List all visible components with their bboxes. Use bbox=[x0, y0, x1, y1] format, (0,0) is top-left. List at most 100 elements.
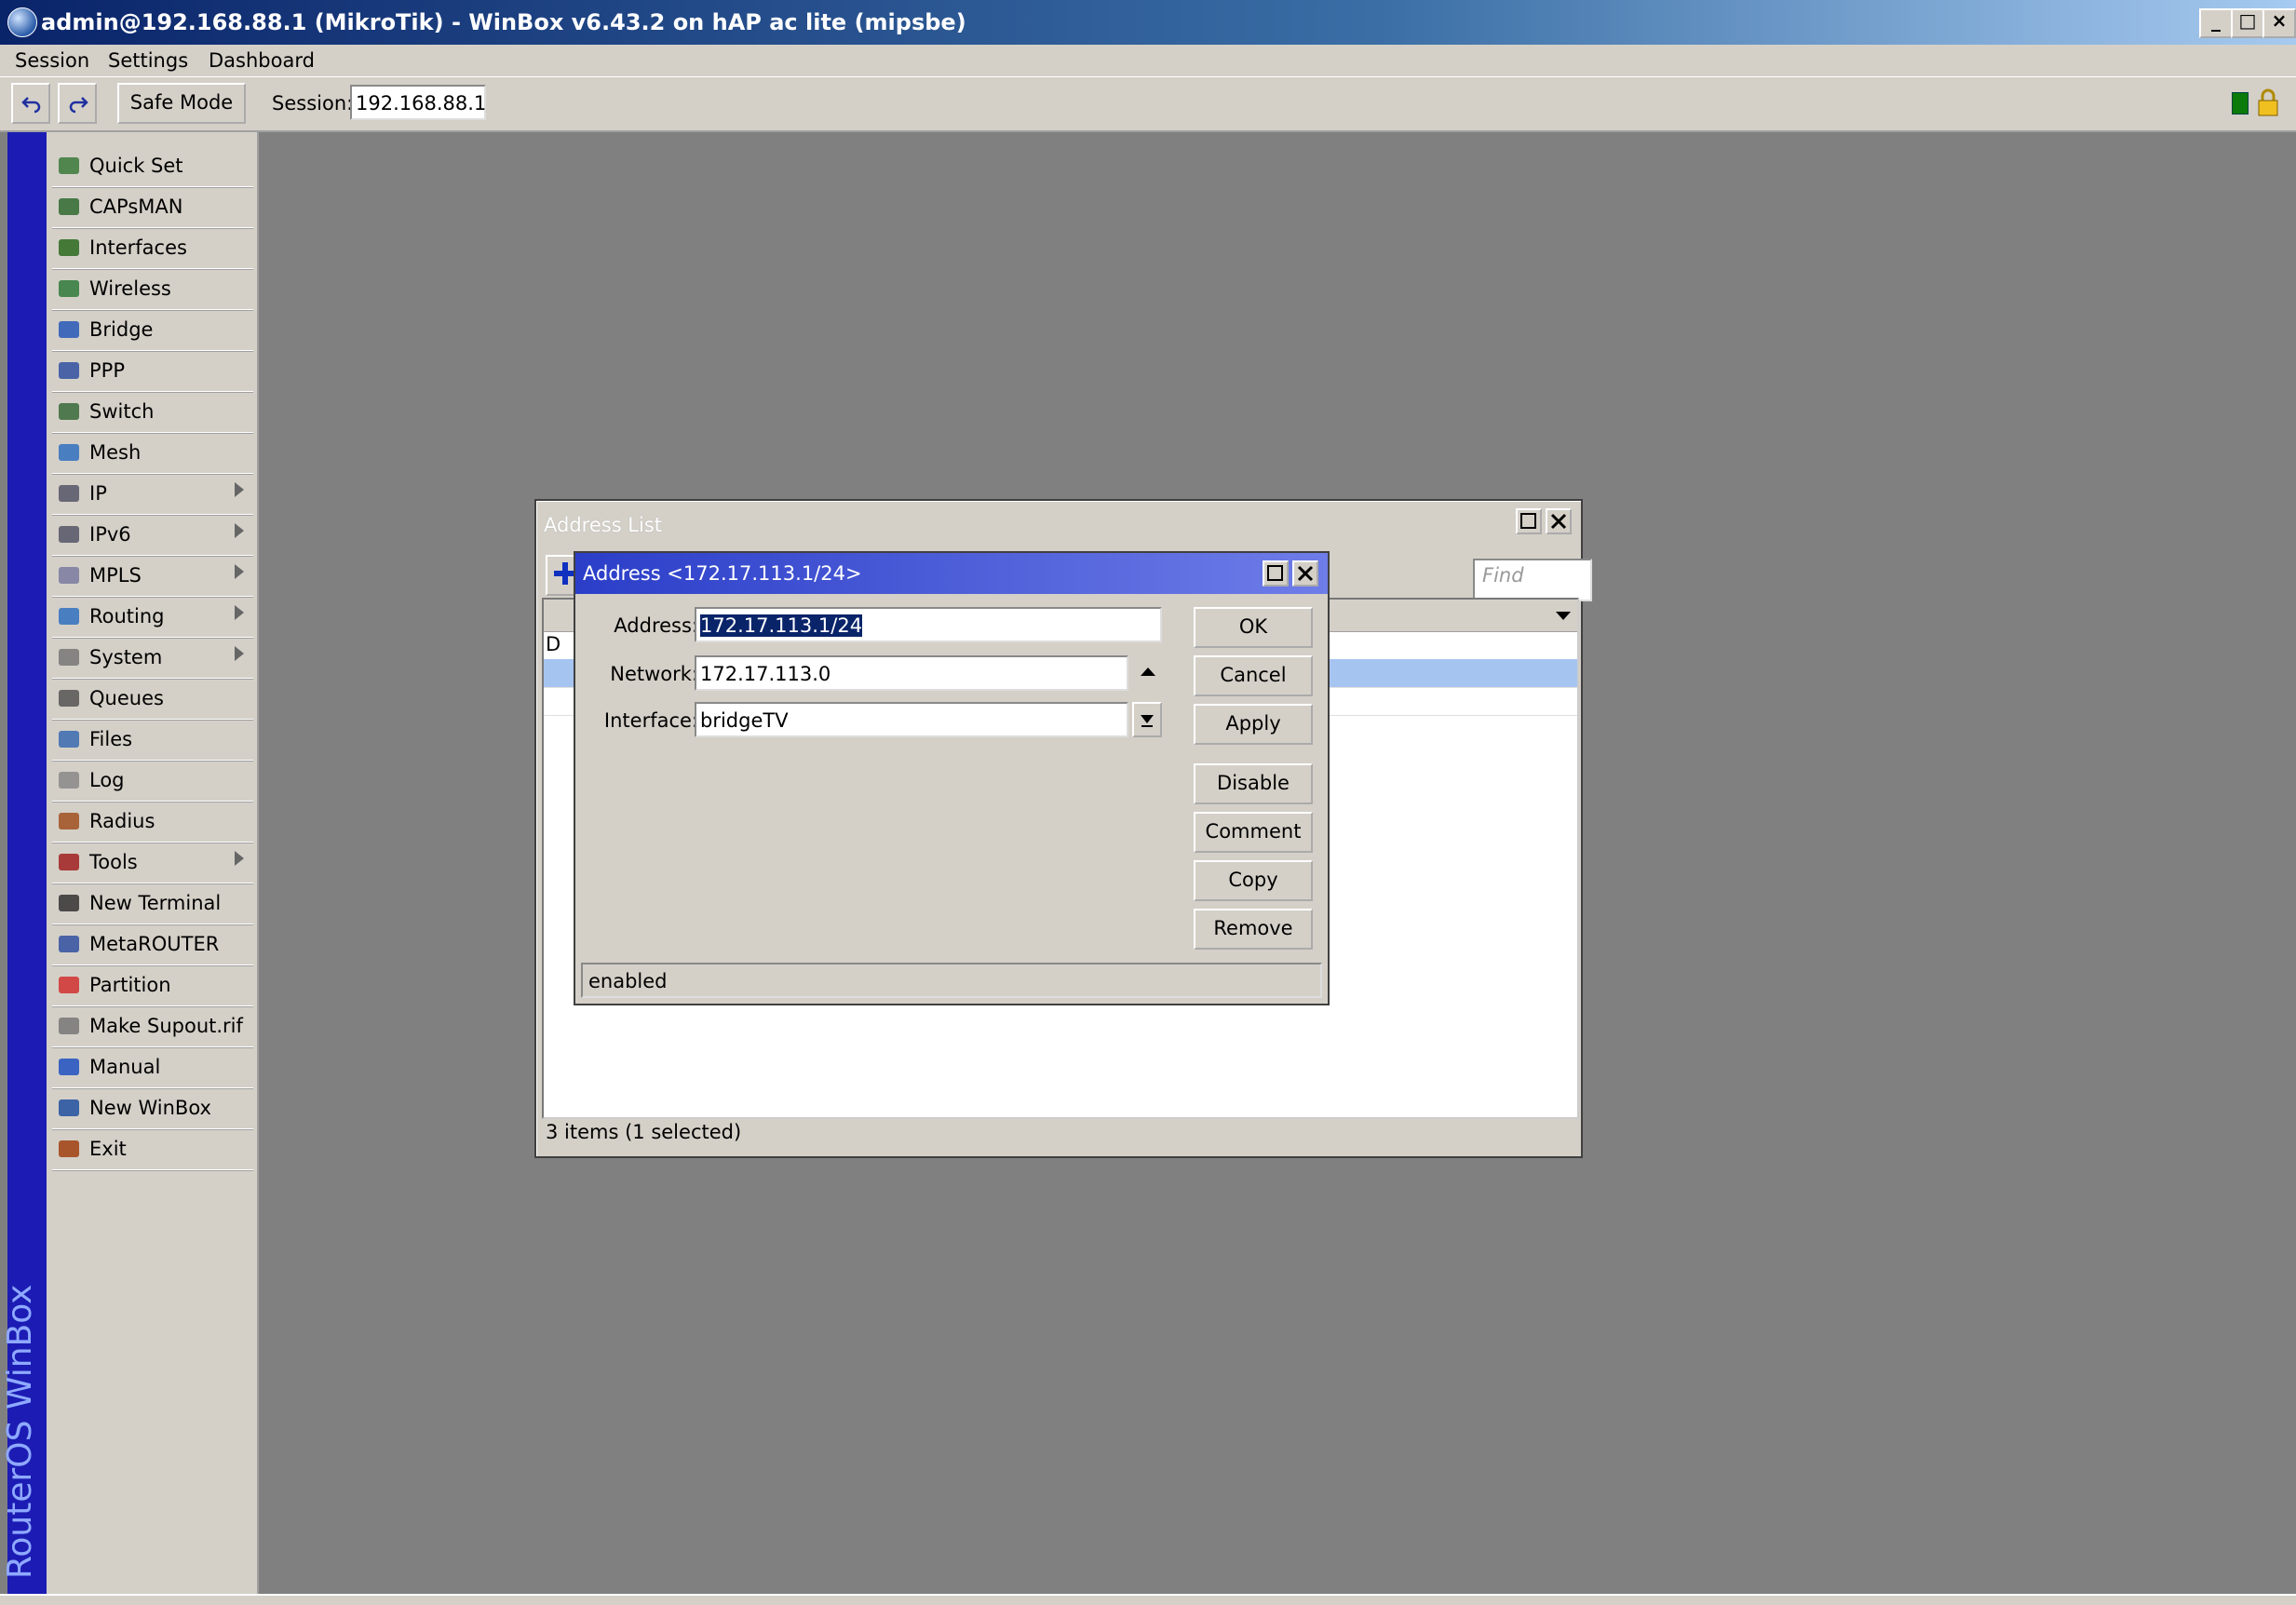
sidebar-item-system[interactable]: System bbox=[52, 637, 253, 679]
sidebar-item-label: MPLS bbox=[89, 564, 142, 587]
sidebar-item-label: System bbox=[89, 646, 163, 668]
sidebar-item-mpls[interactable]: MPLS bbox=[52, 555, 253, 597]
minimize-button[interactable]: _ bbox=[2199, 8, 2233, 38]
sidebar-item-label: Partition bbox=[89, 974, 171, 996]
remove-button[interactable]: Remove bbox=[1194, 909, 1313, 950]
connection-status-icon bbox=[2232, 92, 2249, 115]
close-button[interactable]: × bbox=[2262, 8, 2296, 38]
sidebar-item-wireless[interactable]: Wireless bbox=[52, 268, 253, 310]
sidebar-item-routing[interactable]: Routing bbox=[52, 596, 253, 638]
address-field[interactable]: 172.17.113.1/24 bbox=[695, 607, 1162, 642]
sidebar-item-quick-set[interactable]: Quick Set bbox=[52, 145, 253, 187]
address-list-footer: 3 items (1 selected) bbox=[546, 1121, 742, 1143]
manual-icon bbox=[59, 1059, 79, 1075]
sidebar-item-ipv6[interactable]: IPv6 bbox=[52, 514, 253, 556]
apply-button[interactable]: Apply bbox=[1194, 704, 1313, 745]
maximize-button[interactable]: □ bbox=[2231, 8, 2264, 38]
lock-icon bbox=[2258, 88, 2278, 116]
window-title: admin@192.168.88.1 (MikroTik) - WinBox v… bbox=[41, 9, 966, 35]
submenu-arrow-icon bbox=[235, 605, 244, 620]
undo-button[interactable] bbox=[11, 83, 50, 124]
sidebar-item-new-terminal[interactable]: New Terminal bbox=[52, 883, 253, 924]
address-list-close-button[interactable] bbox=[1546, 508, 1572, 534]
sidebar-item-make-supout-rif[interactable]: Make Supout.rif bbox=[52, 1005, 253, 1047]
sidebar-item-label: New WinBox bbox=[89, 1097, 211, 1119]
address-list-maximize-button[interactable] bbox=[1516, 508, 1542, 534]
menu-dashboard[interactable]: Dashboard bbox=[209, 49, 315, 72]
find-input[interactable]: Find bbox=[1473, 559, 1592, 601]
ok-button[interactable]: OK bbox=[1194, 607, 1313, 648]
sidebar-item-switch[interactable]: Switch bbox=[52, 391, 253, 433]
maximize-icon bbox=[1520, 513, 1536, 529]
address-dialog-titlebar[interactable]: Address <172.17.113.1/24> bbox=[575, 553, 1328, 594]
sidebar-item-capsman[interactable]: CAPsMAN bbox=[52, 186, 253, 228]
sidebar-item-mesh[interactable]: Mesh bbox=[52, 432, 253, 474]
sidebar-item-exit[interactable]: Exit bbox=[52, 1128, 253, 1170]
session-label: Session: bbox=[272, 92, 354, 115]
routing-icon bbox=[59, 608, 79, 625]
dialog-status-bar: enabled bbox=[581, 963, 1322, 998]
menu-settings[interactable]: Settings bbox=[108, 49, 188, 72]
sidebar-item-partition[interactable]: Partition bbox=[52, 964, 253, 1006]
queues-icon bbox=[59, 690, 79, 707]
sidebar-item-label: MetaROUTER bbox=[89, 933, 220, 955]
interface-dropdown-button[interactable] bbox=[1132, 702, 1162, 737]
sidebar-item-label: Exit bbox=[89, 1138, 127, 1160]
dialog-close-button[interactable] bbox=[1292, 560, 1318, 587]
sidebar-item-metarouter[interactable]: MetaROUTER bbox=[52, 924, 253, 965]
brand-vertical-text: RouterOS WinBox bbox=[1, 1284, 39, 1579]
ppp-icon bbox=[59, 362, 79, 379]
sidebar-item-label: IPv6 bbox=[89, 523, 131, 546]
copy-button[interactable]: Copy bbox=[1194, 860, 1313, 901]
dialog-maximize-button[interactable] bbox=[1263, 560, 1289, 587]
interface-select[interactable]: bridgeTV bbox=[695, 702, 1128, 737]
radius-icon bbox=[59, 813, 79, 829]
comment-button[interactable]: Comment bbox=[1194, 812, 1313, 853]
sidebar-item-interfaces[interactable]: Interfaces bbox=[52, 227, 253, 269]
mesh-icon bbox=[59, 444, 79, 461]
submenu-arrow-icon bbox=[235, 564, 244, 579]
undo-icon bbox=[21, 97, 41, 114]
cancel-button[interactable]: Cancel bbox=[1194, 655, 1313, 696]
network-label: Network: bbox=[610, 663, 698, 685]
sidebar-item-bridge[interactable]: Bridge bbox=[52, 309, 253, 351]
sidebar-item-label: CAPsMAN bbox=[89, 196, 183, 218]
sidebar-item-ppp[interactable]: PPP bbox=[52, 350, 253, 392]
sidebar-item-label: Mesh bbox=[89, 441, 142, 464]
menubar: Session Settings Dashboard bbox=[0, 45, 2296, 76]
wireless-icon bbox=[59, 280, 79, 297]
close-icon bbox=[1550, 513, 1567, 530]
sidebar-item-label: Interfaces bbox=[89, 236, 187, 259]
brand-band: RouterOS WinBox bbox=[1, 132, 47, 1594]
sidebar-item-radius[interactable]: Radius bbox=[52, 801, 253, 843]
window-titlebar[interactable]: admin@192.168.88.1 (MikroTik) - WinBox v… bbox=[0, 0, 2296, 45]
redo-button[interactable] bbox=[58, 83, 97, 124]
sidebar-item-label: New Terminal bbox=[89, 892, 222, 914]
safe-mode-button[interactable]: Safe Mode bbox=[117, 83, 246, 124]
menu-session[interactable]: Session bbox=[15, 49, 89, 72]
row-flag: D bbox=[546, 633, 561, 655]
sidebar-item-new-winbox[interactable]: New WinBox bbox=[52, 1087, 253, 1129]
collapse-up-icon[interactable] bbox=[1138, 663, 1158, 681]
sidebar-item-files[interactable]: Files bbox=[52, 719, 253, 761]
sidebar-item-log[interactable]: Log bbox=[52, 760, 253, 802]
chevron-down-icon bbox=[1141, 715, 1154, 727]
files-icon bbox=[59, 731, 79, 748]
column-dropdown-icon[interactable] bbox=[1553, 605, 1573, 626]
sidebar-item-tools[interactable]: Tools bbox=[52, 842, 253, 883]
address-dialog-title: Address <172.17.113.1/24> bbox=[583, 562, 862, 585]
tools-icon bbox=[59, 854, 79, 870]
address-dialog[interactable]: Address <172.17.113.1/24> Address: 172.1… bbox=[574, 551, 1330, 1005]
network-field[interactable]: 172.17.113.0 bbox=[695, 655, 1128, 691]
sidebar-item-queues[interactable]: Queues bbox=[52, 678, 253, 720]
sidebar-item-ip[interactable]: IP bbox=[52, 473, 253, 515]
disable-button[interactable]: Disable bbox=[1194, 763, 1313, 804]
winbox-app-icon bbox=[7, 7, 37, 37]
log-icon bbox=[59, 772, 79, 789]
sidebar-item-manual[interactable]: Manual bbox=[52, 1046, 253, 1088]
session-field[interactable]: 192.168.88.1 bbox=[350, 85, 486, 120]
winbox-icon bbox=[59, 1099, 79, 1116]
bridge-icon bbox=[59, 321, 79, 338]
sidebar-item-label: Manual bbox=[89, 1056, 161, 1078]
ipv6-icon bbox=[59, 526, 79, 543]
